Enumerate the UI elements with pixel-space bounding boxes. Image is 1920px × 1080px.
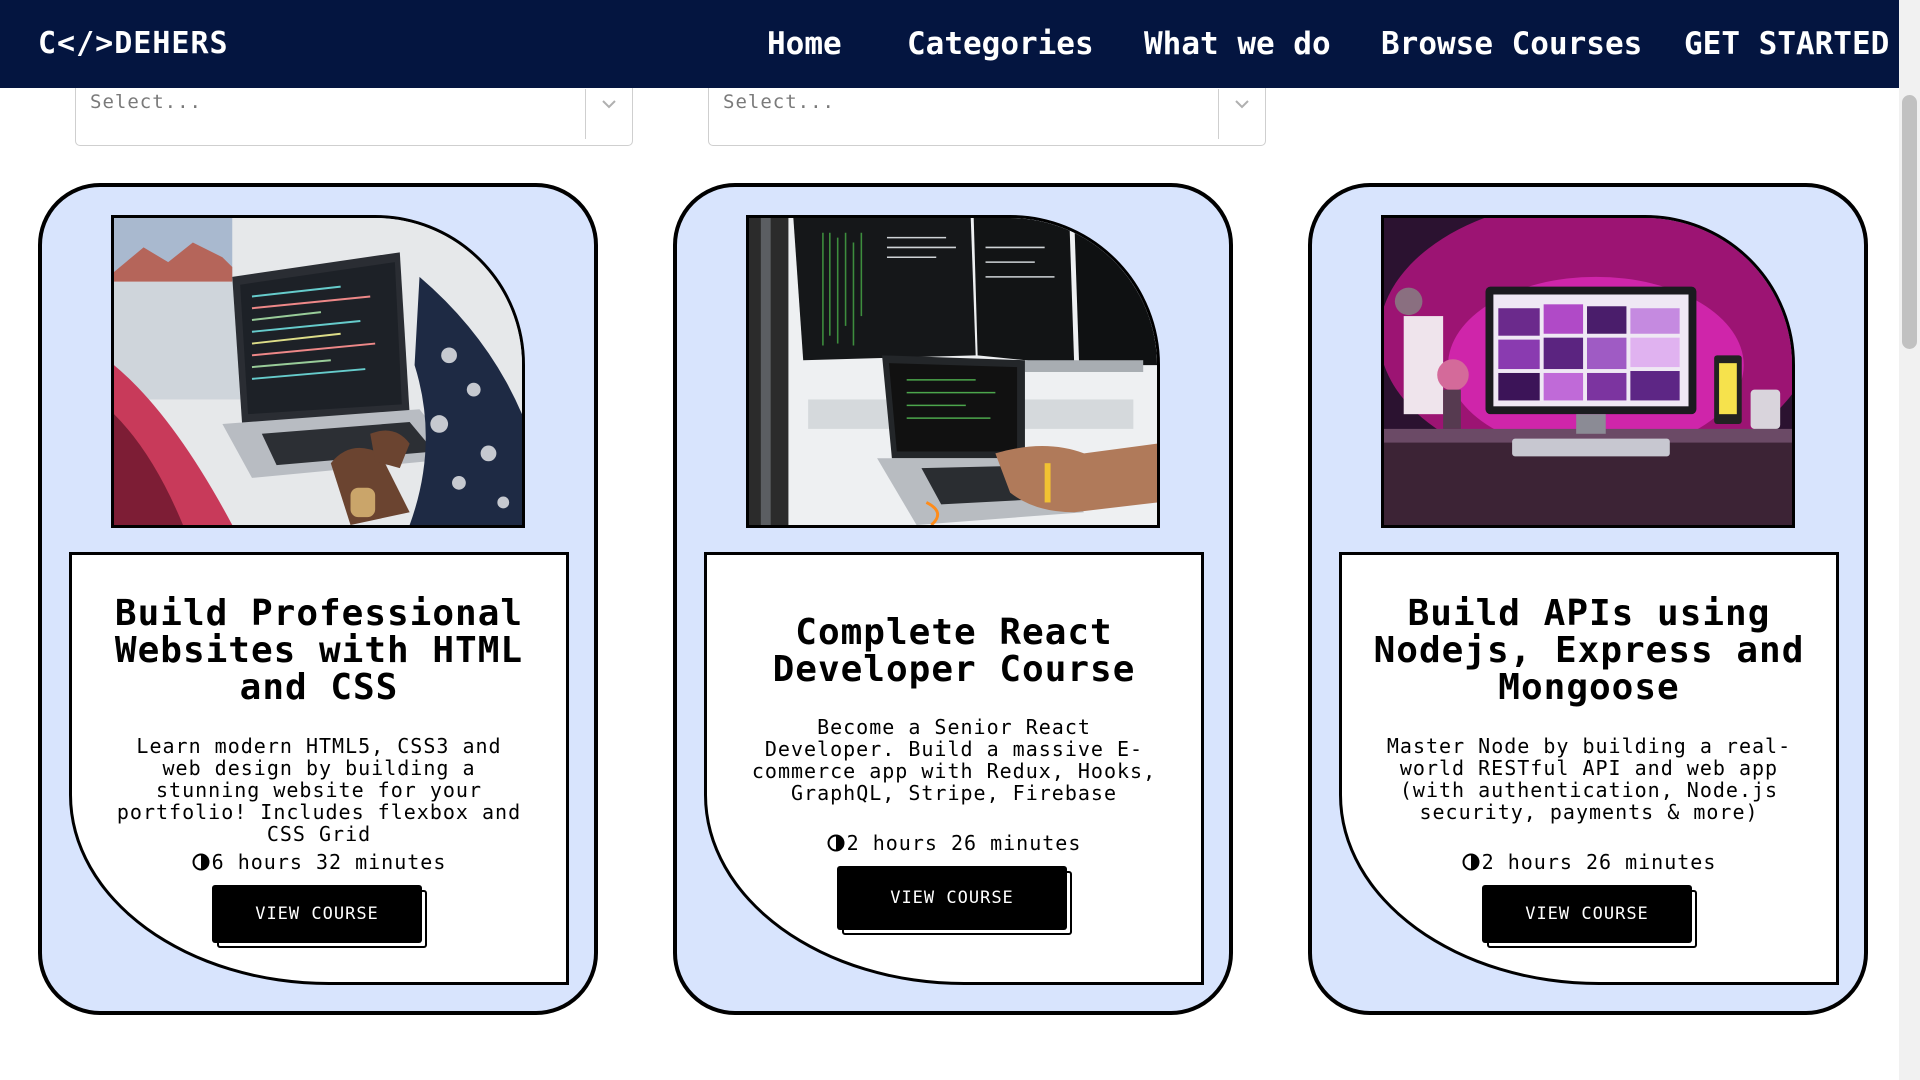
course-image-desk-setup (1381, 215, 1795, 528)
nav-home[interactable]: Home (767, 24, 842, 64)
top-navbar: C</>DEHERS Home Categories What we do Br… (0, 0, 1899, 88)
select-separator (585, 89, 586, 139)
course-card: Build APIs using Nodejs, Express and Mon… (1308, 183, 1868, 1015)
course-duration: 2 hours 26 minutes (1342, 850, 1836, 874)
course-title: Build APIs using Nodejs, Express and Mon… (1373, 593, 1805, 708)
chevron-down-icon[interactable] (1227, 89, 1257, 119)
course-duration-text: 6 hours 32 minutes (211, 850, 447, 874)
chevron-down-icon[interactable] (594, 89, 624, 119)
select-separator (1218, 89, 1219, 139)
clock-icon (192, 853, 210, 871)
course-duration-text: 2 hours 26 minutes (846, 831, 1082, 855)
course-card: Complete React Developer Course Become a… (673, 183, 1233, 1015)
course-duration: 2 hours 26 minutes (707, 831, 1201, 855)
clock-icon (827, 834, 845, 852)
course-description: Learn modern HTML5, CSS3 and web design … (116, 734, 522, 846)
view-course-button-wrap: VIEW COURSE (212, 885, 427, 948)
nav-get-started[interactable]: GET STARTED (1684, 24, 1889, 64)
view-course-button[interactable]: VIEW COURSE (212, 885, 422, 943)
course-description: Become a Senior React Developer. Build a… (751, 715, 1157, 805)
scrollbar-thumb[interactable] (1902, 95, 1917, 349)
select-placeholder: Select... (90, 91, 202, 113)
course-card: Build Professional Websites with HTML an… (38, 183, 598, 1015)
select-placeholder: Select... (723, 91, 835, 113)
course-image-laptop (111, 215, 525, 528)
course-duration: 6 hours 32 minutes (72, 850, 566, 874)
course-duration-text: 2 hours 26 minutes (1481, 850, 1717, 874)
site-logo[interactable]: C</>DEHERS (38, 24, 229, 64)
view-course-button[interactable]: VIEW COURSE (837, 866, 1067, 930)
view-course-button-wrap: VIEW COURSE (837, 866, 1072, 935)
view-course-button-wrap: VIEW COURSE (1482, 885, 1697, 948)
nav-categories[interactable]: Categories (907, 24, 1094, 64)
view-course-button[interactable]: VIEW COURSE (1482, 885, 1692, 943)
course-title: Complete React Developer Course (772, 612, 1136, 690)
course-title: Build Professional Websites with HTML an… (114, 593, 524, 708)
course-description: Master Node by building a real-world RES… (1386, 734, 1792, 824)
course-image-monitors (746, 215, 1160, 528)
nav-what-we-do[interactable]: What we do (1144, 24, 1331, 64)
course-card-body: Complete React Developer Course Become a… (704, 552, 1204, 985)
course-card-body: Build APIs using Nodejs, Express and Mon… (1339, 552, 1839, 985)
course-card-body: Build Professional Websites with HTML an… (69, 552, 569, 985)
clock-icon (1462, 853, 1480, 871)
nav-browse-courses[interactable]: Browse Courses (1381, 24, 1642, 64)
